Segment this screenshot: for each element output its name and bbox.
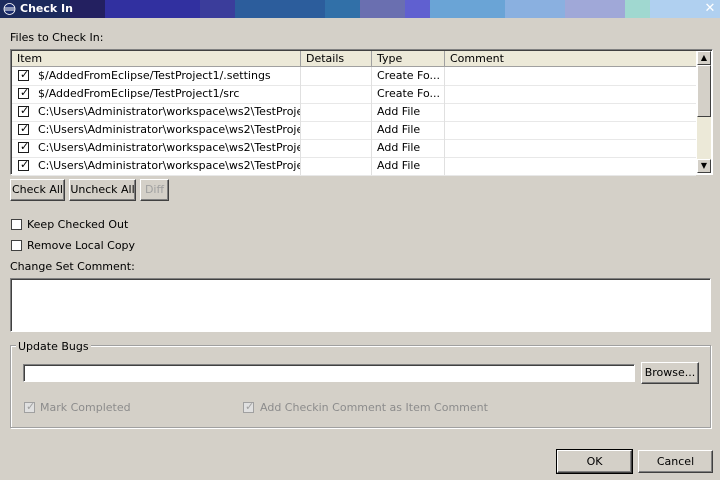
item-cell: ✓ C:\Users\Administrator\workspace\ws2\Te…: [12, 121, 301, 139]
title-bar-segment: [325, 0, 360, 18]
change-set-comment-field[interactable]: [10, 278, 711, 332]
details-cell: [301, 103, 372, 121]
details-cell: [301, 139, 372, 157]
check-mark-icon: ✓: [26, 400, 36, 413]
details-cell: [301, 85, 372, 103]
title-bar-segment: [505, 0, 565, 18]
scroll-up-icon[interactable]: ▲: [697, 51, 711, 65]
mark-completed-label: Mark Completed: [40, 401, 131, 414]
check-mark-icon: ✓: [20, 158, 30, 171]
item-path: $/AddedFromEclipse/TestProject1/.setting…: [38, 69, 271, 82]
table-row[interactable]: ✓ C:\Users\Administrator\workspace\ws2\Te…: [12, 139, 696, 158]
keep-checked-out-checkbox[interactable]: [11, 219, 22, 230]
remove-local-copy-checkbox[interactable]: [11, 240, 22, 251]
row-checkbox[interactable]: ✓: [18, 68, 30, 81]
table-scrollbar[interactable]: ▲ ▼: [697, 51, 711, 173]
title-bar-segment: [200, 0, 235, 18]
item-path: C:\Users\Administrator\workspace\ws2\Tes…: [38, 159, 301, 172]
remove-local-copy-label: Remove Local Copy: [27, 239, 136, 252]
item-path: $/AddedFromEclipse/TestProject1/src: [38, 87, 240, 100]
column-header-type[interactable]: Type: [372, 51, 445, 66]
item-cell: ✓ C:\Users\Administrator\workspace\ws2\Te…: [12, 103, 301, 121]
check-mark-icon: ✓: [20, 68, 30, 81]
title-bar-segment: [430, 0, 505, 18]
row-checkbox[interactable]: ✓: [18, 86, 30, 99]
item-path: C:\Users\Administrator\workspace\ws2\Tes…: [38, 105, 301, 118]
scroll-down-icon[interactable]: ▼: [697, 159, 711, 173]
comment-cell[interactable]: [445, 103, 696, 121]
files-to-check-in-label: Files to Check In:: [10, 31, 104, 44]
table-row[interactable]: ✓ $/AddedFromEclipse/TestProject1/.settin…: [12, 67, 696, 86]
title-bar-segment: [235, 0, 325, 18]
row-checkbox[interactable]: ✓: [18, 104, 30, 117]
title-bar-segment: [405, 0, 430, 18]
browse-button[interactable]: Browse...: [641, 362, 699, 384]
diff-button[interactable]: Diff: [140, 179, 169, 201]
row-checkbox[interactable]: ✓: [18, 140, 30, 153]
change-set-comment-label: Change Set Comment:: [10, 260, 135, 273]
check-all-button[interactable]: Check All: [10, 179, 65, 201]
type-cell: Create Fo...: [372, 67, 445, 85]
item-cell: ✓ C:\Users\Administrator\workspace\ws2\Te…: [12, 139, 301, 157]
bug-id-input[interactable]: [23, 364, 635, 382]
check-mark-icon: ✓: [20, 104, 30, 117]
row-checkbox[interactable]: ✓: [18, 122, 30, 135]
comment-cell[interactable]: [445, 157, 696, 175]
title-bar-segment: [625, 0, 650, 18]
title-bar-segment: [105, 0, 200, 18]
title-bar-segment: [565, 0, 625, 18]
type-cell: Add File: [372, 157, 445, 175]
type-cell: Add File: [372, 121, 445, 139]
item-cell: ✓ C:\Users\Administrator\workspace\ws2\Te…: [12, 157, 301, 175]
files-table: Item Details Type Comment ✓ $/AddedFromEc…: [10, 49, 713, 176]
check-mark-icon: ✓: [20, 86, 30, 99]
details-cell: [301, 67, 372, 85]
scroll-thumb[interactable]: [697, 65, 711, 117]
comment-cell[interactable]: [445, 139, 696, 157]
type-cell: Create Fo...: [372, 85, 445, 103]
row-checkbox[interactable]: ✓: [18, 158, 30, 171]
title-bar-segment: [360, 0, 405, 18]
column-header-details[interactable]: Details: [301, 51, 372, 66]
table-row[interactable]: ✓ C:\Users\Administrator\workspace\ws2\Te…: [12, 103, 696, 122]
table-header: Item Details Type Comment: [12, 51, 696, 67]
update-bugs-label: Update Bugs: [16, 340, 91, 353]
type-cell: Add File: [372, 139, 445, 157]
title-bar: [0, 0, 720, 18]
table-row[interactable]: ✓ C:\Users\Administrator\workspace\ws2\Te…: [12, 157, 696, 176]
comment-cell[interactable]: [445, 85, 696, 103]
window-title: Check In: [20, 2, 73, 15]
check-mark-icon: ✓: [245, 400, 255, 413]
details-cell: [301, 121, 372, 139]
check-mark-icon: ✓: [20, 140, 30, 153]
column-header-comment[interactable]: Comment: [445, 51, 696, 66]
add-comment-label: Add Checkin Comment as Item Comment: [260, 401, 488, 414]
comment-cell[interactable]: [445, 121, 696, 139]
cancel-button[interactable]: Cancel: [638, 450, 713, 473]
table-row[interactable]: ✓ C:\Users\Administrator\workspace\ws2\Te…: [12, 121, 696, 140]
type-cell: Add File: [372, 103, 445, 121]
check-mark-icon: ✓: [20, 122, 30, 135]
title-bar-segment: [70, 0, 105, 18]
table-row[interactable]: ✓ $/AddedFromEclipse/TestProject1/src Crea…: [12, 85, 696, 104]
eclipse-icon: [3, 3, 16, 15]
item-path: C:\Users\Administrator\workspace\ws2\Tes…: [38, 141, 301, 154]
update-bugs-group: [10, 345, 711, 428]
column-header-item[interactable]: Item: [12, 51, 301, 66]
add-comment-checkbox[interactable]: ✓: [243, 400, 255, 413]
item-path: C:\Users\Administrator\workspace\ws2\Tes…: [38, 123, 301, 136]
mark-completed-checkbox[interactable]: ✓: [24, 400, 36, 413]
item-cell: ✓ $/AddedFromEclipse/TestProject1/src: [12, 85, 301, 103]
details-cell: [301, 157, 372, 175]
keep-checked-out-label: Keep Checked Out: [27, 218, 129, 231]
close-icon[interactable]: ✕: [702, 2, 718, 16]
uncheck-all-button[interactable]: Uncheck All: [69, 179, 136, 201]
ok-button[interactable]: OK: [556, 449, 633, 474]
item-cell: ✓ $/AddedFromEclipse/TestProject1/.settin…: [12, 67, 301, 85]
comment-cell[interactable]: [445, 67, 696, 85]
